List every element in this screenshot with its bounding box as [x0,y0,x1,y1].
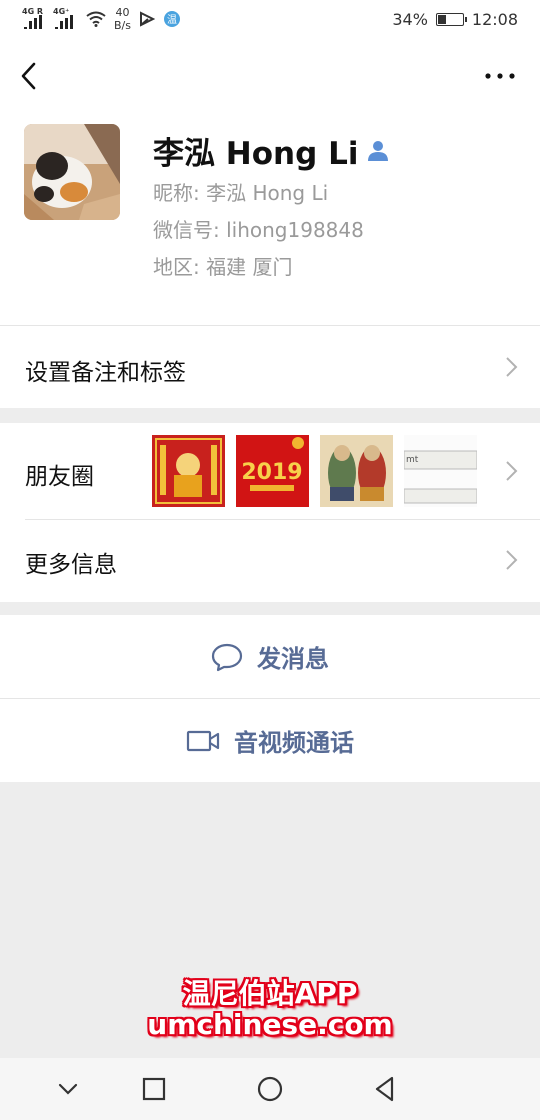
clock: 12:08 [471,10,518,29]
network-tag: 4G R [22,7,44,16]
avatar[interactable] [24,124,120,220]
moments-thumb-3 [320,435,393,507]
wechat-id: 微信号: lihong198848 [153,218,364,242]
moments-thumb-2: 2019 [236,435,309,507]
more-options-icon[interactable] [484,66,516,86]
divider [25,519,540,520]
svg-text:温: 温 [167,14,177,26]
battery-percent: 34% [392,10,428,29]
watermark-line-1: 温尼伯站APP [182,977,358,1010]
chevron-right-icon [506,461,518,481]
wifi-icon [86,11,106,27]
chevron-right-icon [506,357,518,377]
nav-collapse-icon[interactable] [53,1074,83,1104]
contact-person-icon [368,140,389,161]
system-nav-bar [0,1058,540,1120]
play-store-icon [139,11,155,27]
remark-tag-label: 设置备注和标签 [25,360,186,386]
video-call-label: 音视频通话 [234,729,354,757]
moments-thumbnails: 2019 mt [152,435,477,507]
app-notification-icon: 温 [163,11,180,27]
remark-tag-cell[interactable]: 设置备注和标签 [0,325,540,408]
network-tag-2: 4G⁺ [53,7,70,16]
divider [0,325,540,326]
signal-icon-2: 4G⁺ [53,7,78,29]
watermark-line-2: umchinese.com [147,1008,393,1041]
status-bar: 4G R 4G⁺ 40 B/s 温 34% 12:08 [0,0,540,40]
nav-home-icon[interactable] [255,1074,285,1104]
chevron-right-icon [506,550,518,570]
more-info-label: 更多信息 [25,552,117,578]
contact-name: 李泓 Hong Li [153,136,359,172]
profile-header: 李泓 Hong Li 昵称: 李泓 Hong Li 微信号: lihong198… [0,40,540,325]
more-info-cell[interactable]: 更多信息 [0,519,540,602]
nav-back-icon[interactable] [370,1074,400,1104]
moments-label: 朋友圈 [25,464,94,490]
region: 地区: 福建 厦门 [153,255,293,279]
chat-bubble-icon [211,643,243,671]
speed-value: 40 [115,6,130,19]
moments-thumb-4: mt [404,435,477,507]
nickname: 昵称: 李泓 Hong Li [153,181,329,205]
back-icon[interactable] [14,56,50,96]
nav-recents-icon[interactable] [139,1074,169,1104]
moments-cell[interactable]: 朋友圈 2019 mt [0,423,540,519]
signal-icon: 4G R [22,7,47,29]
speed-unit: B/s [114,19,131,32]
moments-thumb-1 [152,435,225,507]
send-message-button[interactable]: 发消息 [0,615,540,698]
video-camera-icon [186,730,220,751]
battery-icon [435,13,467,26]
thumb-2-text: 2019 [241,460,302,485]
send-message-label: 发消息 [257,645,329,673]
video-call-button[interactable]: 音视频通话 [0,698,540,782]
network-speed: 40 B/s [114,6,131,32]
divider [0,698,540,699]
thumb-4-text: mt [406,455,419,465]
